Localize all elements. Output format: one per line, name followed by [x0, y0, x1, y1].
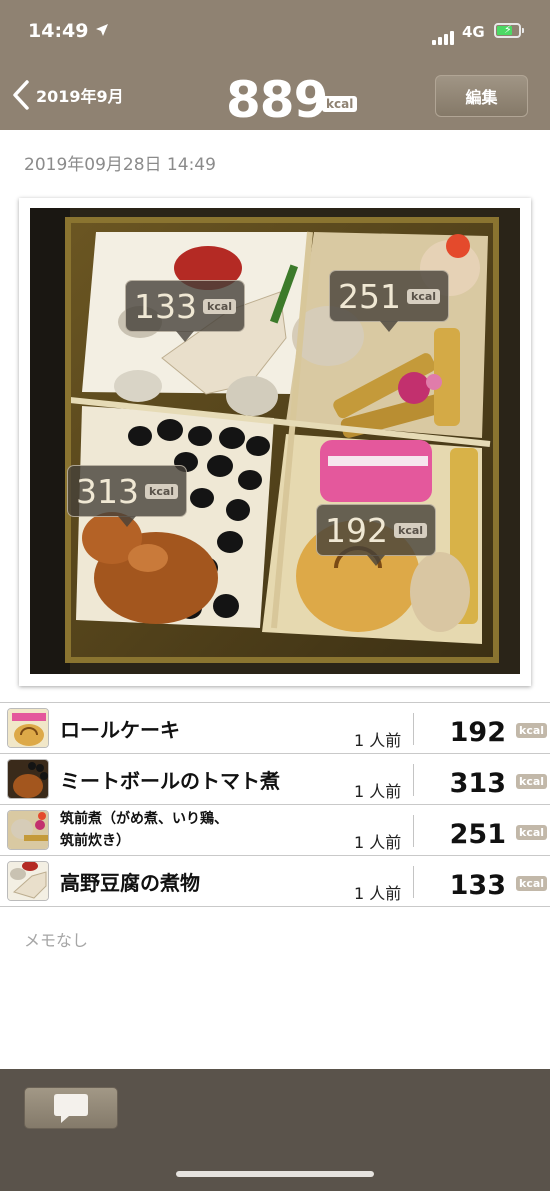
photo-kcal-label[interactable]: 192 kcal [316, 504, 437, 566]
total-kcal: 889 [226, 71, 328, 129]
comment-button[interactable] [24, 1087, 118, 1129]
food-thumbnail [7, 759, 49, 799]
total-kcal-unit: kcal [322, 96, 358, 112]
network-type: 4G [462, 23, 485, 41]
photo-kcal-label[interactable]: 313 kcal [67, 465, 188, 527]
row-divider [413, 815, 414, 847]
food-kcal-unit: kcal [516, 723, 548, 738]
status-time: 14:49 [28, 20, 89, 42]
battery-tip [522, 28, 524, 33]
food-thumbnail [7, 861, 49, 901]
food-name: ミートボールのトマト煮 [60, 768, 280, 793]
photo-kcal-label[interactable]: 133 kcal [125, 280, 246, 342]
location-arrow-icon [96, 24, 108, 36]
food-thumbnail [7, 810, 49, 850]
battery-charging-icon: ⚡ [494, 23, 521, 38]
food-kcal-unit: kcal [516, 825, 548, 840]
meal-datetime: 2019年09月28日 14:49 [24, 155, 216, 175]
food-name: 高野豆腐の煮物 [60, 870, 200, 895]
photo-kcal-unit: kcal [407, 288, 441, 304]
food-kcal: 133 [449, 870, 506, 901]
photo-kcal-unit: kcal [394, 522, 428, 538]
food-name: 筑前煮（がめ煮、いり鶏、 筑前炊き） [60, 811, 228, 849]
food-kcal-unit: kcal [516, 876, 548, 891]
back-button[interactable]: 2019年9月 [10, 78, 124, 112]
photo-kcal-value: 313 [76, 471, 139, 511]
edit-button[interactable]: 編集 [435, 75, 528, 117]
photo-kcal-value: 192 [325, 510, 388, 550]
food-thumbnail [7, 708, 49, 748]
food-kcal-unit: kcal [516, 774, 548, 789]
back-label: 2019年9月 [36, 87, 124, 106]
food-portion: 1 人前 [354, 782, 402, 801]
food-kcal: 251 [449, 819, 506, 850]
home-indicator [176, 1171, 374, 1177]
food-name: ロールケーキ [60, 717, 180, 742]
photo-kcal-value: 251 [338, 276, 401, 316]
food-row[interactable]: ミートボールのトマト煮 1 人前 313 kcal [0, 754, 550, 805]
photo-kcal-label[interactable]: 251 kcal [329, 270, 450, 332]
food-list: ロールケーキ 1 人前 192 kcal ミートボールのトマト煮 1 人前 31… [0, 702, 550, 907]
speech-bubble-icon [54, 1094, 88, 1123]
row-divider [413, 866, 414, 898]
photo-kcal-unit: kcal [203, 298, 237, 314]
food-kcal: 192 [449, 717, 506, 748]
food-row[interactable]: 高野豆腐の煮物 1 人前 133 kcal [0, 856, 550, 907]
food-portion: 1 人前 [354, 731, 402, 750]
food-row[interactable]: ロールケーキ 1 人前 192 kcal [0, 703, 550, 754]
food-portion: 1 人前 [354, 833, 402, 852]
meal-photo-frame: 133 kcal 251 kcal 313 kcal 192 kcal [19, 198, 531, 686]
food-portion: 1 人前 [354, 884, 402, 903]
photo-kcal-value: 133 [134, 286, 197, 326]
signal-icon [432, 26, 456, 45]
row-divider [413, 713, 414, 745]
food-kcal: 313 [449, 768, 506, 799]
chevron-left-icon [13, 80, 29, 110]
row-divider [413, 764, 414, 796]
photo-kcal-unit: kcal [145, 483, 179, 499]
food-row[interactable]: 筑前煮（がめ煮、いり鶏、 筑前炊き） 1 人前 251 kcal [0, 805, 550, 856]
memo-text[interactable]: メモなし [24, 927, 88, 951]
